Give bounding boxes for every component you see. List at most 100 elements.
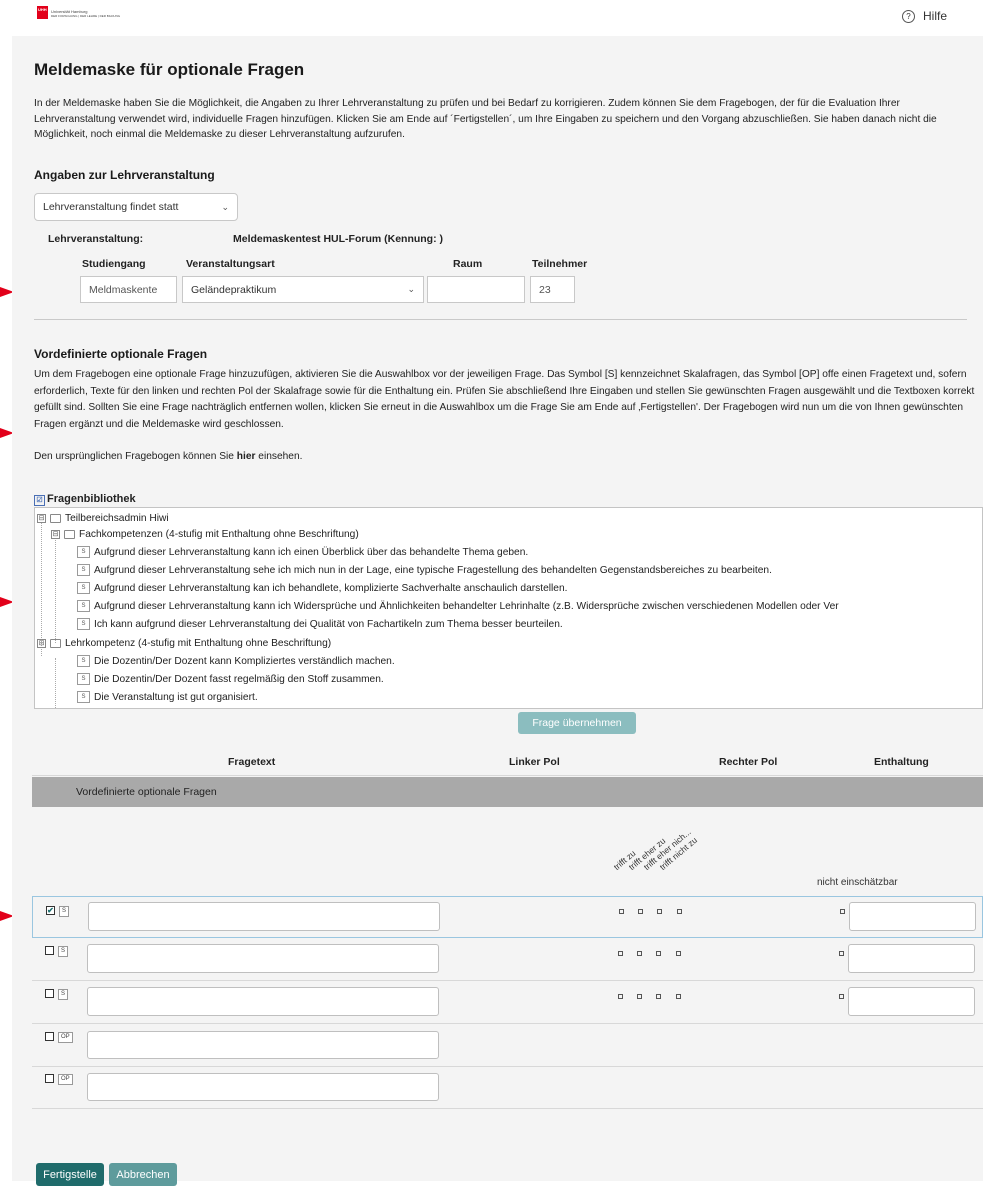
university-logo[interactable]: UHH Universität Hamburg DER FORSCHUNG | …: [37, 6, 120, 19]
col-room: Raum: [453, 258, 483, 270]
tree-node-root[interactable]: ⊟ Teilbereichsadmin Hiwi: [37, 510, 169, 526]
question-text-input[interactable]: [87, 1073, 439, 1101]
page-title: Meldemaske für optionale Fragen: [34, 60, 305, 79]
question-row: OP: [32, 1067, 983, 1109]
question-type-tag: S: [59, 906, 70, 917]
col-question-text: Fragetext: [228, 756, 276, 768]
scale-radio[interactable]: [656, 994, 661, 999]
scale-radio[interactable]: [676, 994, 681, 999]
abstain-label: nicht einschätzbar: [817, 877, 898, 888]
col-participants: Teilnehmer: [532, 258, 588, 270]
question-row: OP: [32, 1025, 983, 1067]
tree-item[interactable]: S Die Dozentin/Der Dozent fasst regelmäßi…: [77, 671, 384, 687]
col-right-pole: Rechter Pol: [719, 756, 778, 768]
course-type-select[interactable]: Geländepraktikum ⌄: [182, 276, 424, 303]
col-abstain: Enthaltung: [874, 756, 929, 768]
question-row: ✔ S: [32, 896, 983, 938]
finish-button[interactable]: Fertigstelle: [36, 1163, 104, 1186]
room-field[interactable]: [427, 276, 525, 303]
scale-radio[interactable]: [619, 909, 624, 914]
tree-node-group[interactable]: ⊟ Lehrkompetenz (4-stufig mit Enthaltung…: [37, 635, 331, 651]
course-status-value: Lehrveranstaltung findet statt: [43, 201, 179, 213]
help-icon: ?: [901, 9, 915, 23]
question-checkbox[interactable]: [45, 1032, 54, 1041]
program-field[interactable]: Meldmaskente: [80, 276, 177, 303]
question-type-tag: S: [58, 946, 69, 957]
question-checkbox[interactable]: [45, 1074, 54, 1083]
intro-text: In der Meldemaske haben Sie die Möglichk…: [34, 98, 937, 140]
original-questionnaire-text: Den ursprünglichen Fragebogen können Sie…: [34, 451, 303, 462]
accept-question-button[interactable]: Frage übernehmen: [518, 712, 636, 734]
library-icon: ☑: [34, 495, 45, 506]
scale-radio[interactable]: [637, 951, 642, 956]
question-type-tag: OP: [58, 1074, 73, 1085]
scale-question-icon: S: [77, 673, 90, 685]
question-type-tag: S: [58, 989, 69, 1000]
collapse-icon[interactable]: ⊟: [51, 529, 60, 539]
predefined-description: Um dem Fragebogen eine optionale Frage h…: [34, 369, 975, 430]
question-checkbox[interactable]: [45, 946, 54, 955]
question-text-input[interactable]: [87, 944, 439, 973]
col-program: Studiengang: [82, 258, 146, 270]
participants-field[interactable]: 23: [530, 276, 575, 303]
scale-radio[interactable]: [618, 951, 623, 956]
col-type: Veranstaltungsart: [186, 258, 275, 270]
question-type-tag: OP: [58, 1032, 73, 1043]
question-library-tree[interactable]: ⊟ Teilbereichsadmin Hiwi ⊟ Fachkompetenz…: [34, 507, 983, 709]
scale-radio[interactable]: [656, 951, 661, 956]
tree-item[interactable]: S Aufgrund dieser Lehrveranstaltung kann …: [77, 544, 528, 560]
folder-icon: [50, 638, 61, 648]
library-title: ☑ Fragenbibliothek: [34, 493, 136, 506]
abstain-radio[interactable]: [839, 951, 844, 956]
question-checkbox[interactable]: [45, 989, 54, 998]
folder-icon: [64, 529, 75, 539]
tree-node-group[interactable]: ⊟ Fachkompetenzen (4-stufig mit Enthaltu…: [51, 526, 359, 542]
logo-mark: UHH: [37, 6, 48, 19]
question-text-input[interactable]: [87, 1031, 439, 1059]
scale-question-icon: S: [77, 691, 90, 703]
scale-question-icon: S: [77, 546, 90, 558]
scale-radio[interactable]: [657, 909, 662, 914]
scale-radio[interactable]: [638, 909, 643, 914]
question-row: S: [32, 982, 983, 1024]
course-label: Lehrveranstaltung:: [48, 233, 144, 245]
tree-item[interactable]: S Ich kann aufgrund dieser Lehrveranstalt…: [77, 616, 563, 632]
original-questionnaire-link[interactable]: hier: [237, 451, 256, 462]
question-checkbox[interactable]: ✔: [46, 906, 55, 915]
questions-table-header: Fragetext Linker Pol Rechter Pol Enthalt…: [32, 748, 983, 776]
scale-question-icon: S: [77, 618, 90, 630]
question-text-input[interactable]: [88, 902, 440, 931]
section-divider: [34, 319, 967, 320]
scale-question-icon: S: [77, 655, 90, 667]
scale-radio[interactable]: [677, 909, 682, 914]
scale-radio[interactable]: [676, 951, 681, 956]
collapse-icon[interactable]: ⊟: [37, 638, 46, 648]
abstain-text-input[interactable]: [848, 987, 975, 1016]
top-bar: UHH Universität Hamburg DER FORSCHUNG | …: [0, 0, 983, 34]
group-row-predefined: Vordefinierte optionale Fragen: [32, 777, 983, 807]
tree-item[interactable]: S Aufgrund dieser Lehrveranstaltung kan i…: [77, 580, 567, 596]
main-panel: Meldemaske für optionale Fragen In der M…: [12, 36, 983, 1186]
tree-item[interactable]: S Aufgrund dieser Lehrveranstaltung kann …: [77, 598, 839, 614]
abstain-text-input[interactable]: [848, 944, 975, 973]
scale-question-icon: S: [77, 582, 90, 594]
group-label: Vordefinierte optionale Fragen: [76, 786, 217, 798]
help-label: Hilfe: [922, 9, 947, 23]
cancel-button[interactable]: Abbrechen: [109, 1163, 177, 1186]
abstain-radio[interactable]: [840, 909, 845, 914]
tree-item[interactable]: S Die Dozentin/Der Dozent kann Komplizier…: [77, 653, 395, 669]
scale-radio[interactable]: [618, 994, 623, 999]
col-left-pole: Linker Pol: [509, 756, 560, 768]
tree-item[interactable]: S Aufgrund dieser Lehrveranstaltung sehe …: [77, 562, 772, 578]
scale-radio[interactable]: [637, 994, 642, 999]
help-link[interactable]: ? Hilfe: [901, 9, 947, 23]
chevron-down-icon: ⌄: [407, 284, 415, 294]
question-text-input[interactable]: [87, 987, 439, 1016]
scale-question-icon: S: [77, 600, 90, 612]
abstain-text-input[interactable]: [849, 902, 976, 931]
abstain-radio[interactable]: [839, 994, 844, 999]
collapse-icon[interactable]: ⊟: [37, 513, 46, 523]
scale-question-icon: S: [77, 564, 90, 576]
course-status-select[interactable]: Lehrveranstaltung findet statt ⌄: [34, 193, 238, 221]
tree-item[interactable]: S Die Veranstaltung ist gut organisiert.: [77, 689, 258, 705]
